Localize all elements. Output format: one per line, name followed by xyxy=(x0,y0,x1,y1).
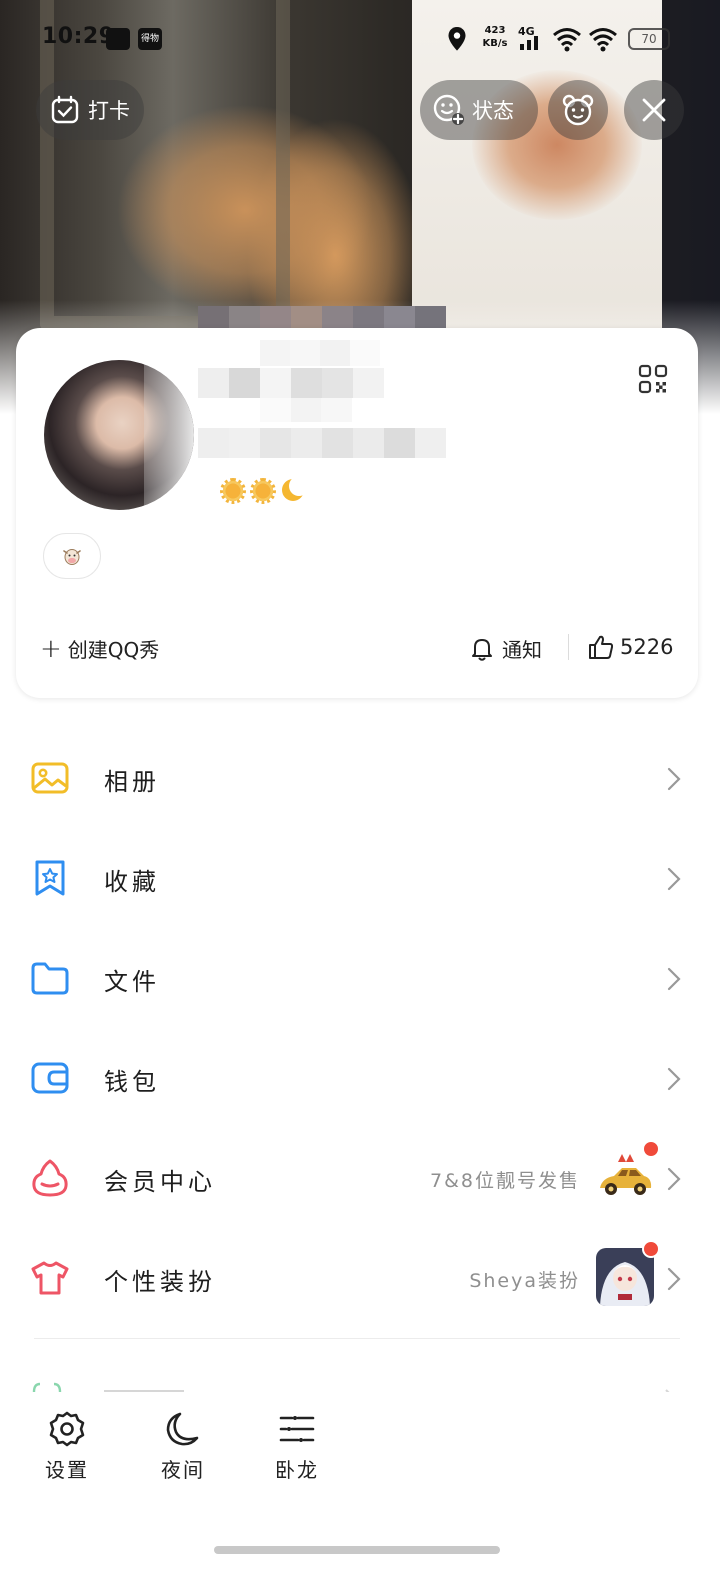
network-type: 4G xyxy=(518,25,535,38)
gear-icon xyxy=(49,1411,85,1447)
menu-label-album: 相册 xyxy=(104,768,160,796)
close-icon xyxy=(642,98,666,122)
network-speed-unit: KB/s xyxy=(482,38,508,49)
menu-item-wallet[interactable]: 钱包 xyxy=(0,1028,720,1128)
notify-button[interactable]: 通知 xyxy=(470,634,542,663)
chevron-right-icon xyxy=(667,1167,681,1191)
notify-label: 通知 xyxy=(502,638,542,662)
actions-divider xyxy=(568,634,569,660)
smiley-plus-icon xyxy=(433,94,464,125)
night-mode-label: 夜间 xyxy=(161,1458,205,1482)
battery-indicator: 70 xyxy=(628,28,670,50)
calendar-check-icon xyxy=(51,95,79,124)
qr-code-icon[interactable] xyxy=(638,364,668,394)
menu-item-album[interactable]: 相册 xyxy=(0,728,720,828)
create-qq-show-button[interactable]: + 创建QQ秀 xyxy=(40,634,159,663)
menu-item-favorites[interactable]: 收藏 xyxy=(0,828,720,928)
personalization-hint: Sheya装扮 xyxy=(469,1270,580,1292)
vip-notification-dot xyxy=(642,1140,660,1158)
woolong-label: 卧龙 xyxy=(275,1458,319,1482)
menu-item-vip-center[interactable]: 会员中心 7&8位靓号发售 xyxy=(0,1128,720,1228)
dewu-app-icon: 得物 xyxy=(138,28,162,50)
vip-icon xyxy=(32,1159,68,1197)
feature-menu: 相册 收藏 文件 钱包 会员中心 7&8位靓号发售 个性装扮 Sheya装扮 xyxy=(0,728,720,1328)
checkin-label: 打卡 xyxy=(88,99,130,123)
notification-app-icon xyxy=(106,28,130,50)
moon-level-icon xyxy=(280,476,309,504)
status-bar: 10:29 得物 423 KB/s 4G 70 xyxy=(0,18,720,62)
settings-button[interactable]: 设置 xyxy=(32,1410,102,1483)
tshirt-icon xyxy=(31,1261,69,1295)
status-label: 状态 xyxy=(472,99,514,123)
status-time: 10:29 xyxy=(42,24,115,49)
cellular-signal-icon: 4G xyxy=(518,25,538,50)
woolong-button[interactable]: 卧龙 xyxy=(262,1410,332,1483)
anime-character-thumbnail xyxy=(596,1248,654,1306)
sun-level-icon xyxy=(220,478,246,504)
likes-button[interactable]: 5226 xyxy=(588,634,673,660)
menu-label-files: 文件 xyxy=(104,968,160,996)
profile-card-actions: + 创建QQ秀 通知 5226 xyxy=(16,624,698,672)
thumbs-up-icon xyxy=(589,635,614,659)
avatar-dressup-button[interactable] xyxy=(548,80,608,140)
settings-label: 设置 xyxy=(45,1458,89,1482)
chevron-right-icon xyxy=(667,867,681,891)
cow-badge-icon xyxy=(63,549,81,565)
moon-icon xyxy=(166,1412,199,1446)
menu-item-personalization[interactable]: 个性装扮 Sheya装扮 xyxy=(0,1228,720,1328)
sliders-icon xyxy=(279,1416,315,1442)
likes-count: 5226 xyxy=(620,635,674,659)
chevron-right-icon xyxy=(667,767,681,791)
profile-card: + 创建QQ秀 通知 5226 xyxy=(16,328,698,698)
plus-icon: + xyxy=(40,633,62,664)
avatar[interactable] xyxy=(44,360,194,510)
personalization-notification-dot xyxy=(642,1240,660,1258)
badge-medal[interactable] xyxy=(43,533,101,579)
vip-promo-hint: 7&8位靓号发售 xyxy=(430,1170,580,1192)
location-icon xyxy=(448,27,466,51)
signature-mosaic-2 xyxy=(260,398,352,422)
wifi-icon-secondary xyxy=(589,28,617,52)
wallet-icon xyxy=(31,1062,69,1094)
qq-level-icons[interactable] xyxy=(220,476,309,504)
menu-label-wallet: 钱包 xyxy=(104,1068,160,1096)
chevron-right-icon xyxy=(667,967,681,991)
album-icon xyxy=(31,762,69,794)
bell-icon xyxy=(472,638,492,661)
bear-face-icon xyxy=(562,94,594,126)
menu-label-favorites: 收藏 xyxy=(104,868,160,896)
network-speed: 423 KB/s xyxy=(480,24,510,50)
status-button[interactable]: 状态 xyxy=(420,80,538,140)
menu-label-vip-center: 会员中心 xyxy=(104,1168,216,1196)
network-speed-value: 423 xyxy=(484,25,506,36)
signature-mosaic xyxy=(198,368,384,398)
favorites-icon xyxy=(35,860,65,896)
wifi-icon xyxy=(553,28,581,52)
menu-item-files[interactable]: 文件 xyxy=(0,928,720,1028)
bottom-toolbar: 设置 夜间 卧龙 xyxy=(0,1392,720,1584)
sun-level-icon xyxy=(250,478,276,504)
list-divider xyxy=(34,1338,680,1339)
chevron-right-icon xyxy=(667,1067,681,1091)
qq-number-mosaic xyxy=(198,428,446,458)
nickname-mosaic-lower xyxy=(230,340,380,366)
create-qq-show-label: 创建QQ秀 xyxy=(67,638,160,662)
night-mode-button[interactable]: 夜间 xyxy=(148,1410,218,1483)
home-indicator[interactable] xyxy=(214,1546,500,1554)
menu-label-personalization: 个性装扮 xyxy=(104,1268,216,1296)
gold-car-thumbnail xyxy=(596,1148,654,1206)
folder-icon xyxy=(31,962,69,995)
checkin-button[interactable]: 打卡 xyxy=(36,80,144,140)
close-button[interactable] xyxy=(624,80,684,140)
chevron-right-icon xyxy=(667,1267,681,1291)
